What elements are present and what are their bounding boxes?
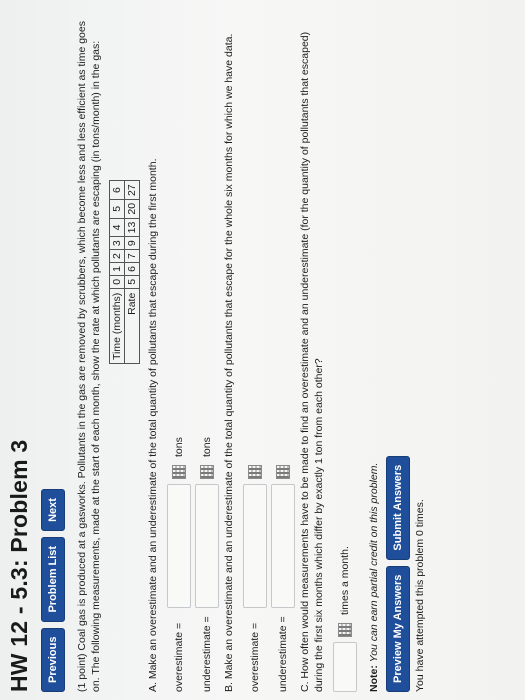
equation-editor-icon[interactable] <box>276 465 290 479</box>
preview-answers-button[interactable]: Preview My Answers <box>386 565 410 692</box>
part-b-over-label: overestimate = <box>249 622 261 692</box>
answer-buttons: Preview My Answers Submit Answers <box>386 12 410 692</box>
part-a-over-label: overestimate = <box>173 622 185 692</box>
content-area: HW 12 - 5.3: Problem 3 Previous Problem … <box>6 12 426 692</box>
problem-intro: (1 point) Coal gas is produced at a gasw… <box>76 21 102 692</box>
note-label: Note: <box>368 665 380 692</box>
table-cell: 13 <box>124 218 140 237</box>
table-cell: 5 <box>109 199 125 219</box>
part-c-unit: times a month. <box>339 546 351 615</box>
equation-editor-icon[interactable] <box>338 623 352 637</box>
part-a-under-row: underestimate = tons <box>194 12 220 692</box>
part-a-text: A. Make an overestimate and an underesti… <box>147 158 159 692</box>
table-cell: 3 <box>109 236 125 250</box>
part-a-over-row: overestimate = tons <box>166 12 192 692</box>
table-cell: 20 <box>124 199 140 219</box>
table-cell: 27 <box>124 180 140 200</box>
next-button[interactable]: Next <box>41 489 65 531</box>
page-title: HW 12 - 5.3: Problem 3 <box>6 439 32 692</box>
part-a-unit-2: tons <box>201 437 213 457</box>
part-a-underestimate-input[interactable] <box>195 484 219 608</box>
table-row-header-rate: Rate <box>124 288 140 364</box>
submit-answers-button[interactable]: Submit Answers <box>386 455 410 560</box>
part-c-input[interactable] <box>333 642 357 692</box>
table-cell: 1 <box>109 262 125 276</box>
part-c-text: C. How often would measurements have to … <box>299 31 325 692</box>
part-b-underestimate-input[interactable] <box>271 484 295 608</box>
attempts-text: You have attempted this problem 0 times. <box>414 499 426 692</box>
table-cell: 6 <box>124 262 140 276</box>
part-b-under-label: underestimate = <box>277 616 289 692</box>
equation-editor-icon[interactable] <box>200 465 214 479</box>
part-b-under-row: underestimate = <box>270 12 296 692</box>
part-a-under-label: underestimate = <box>201 616 213 692</box>
rate-table: Time (months) 0 1 2 3 4 5 6 Rate 5 6 7 9… <box>109 180 140 364</box>
part-a-overestimate-input[interactable] <box>167 484 191 608</box>
table-cell: 2 <box>109 249 125 263</box>
table-cell: 9 <box>124 236 140 250</box>
part-c-row: times a month. <box>332 12 358 692</box>
partial-credit-note: Note: You can earn partial credit on thi… <box>368 12 380 692</box>
table-cell: 5 <box>124 275 140 289</box>
part-b-overestimate-input[interactable] <box>243 484 267 608</box>
table-row: Time (months) 0 1 2 3 4 5 6 <box>109 180 125 364</box>
equation-editor-icon[interactable] <box>172 465 186 479</box>
note-text: You can earn partial credit on this prob… <box>368 462 380 663</box>
table-row-header-time: Time (months) <box>109 288 125 364</box>
problem-page: HW 12 - 5.3: Problem 3 Previous Problem … <box>0 0 525 700</box>
part-b-over-row: overestimate = <box>242 12 268 692</box>
table-cell: 6 <box>109 180 125 200</box>
part-a-unit: tons <box>173 437 185 457</box>
table-cell: 7 <box>124 249 140 263</box>
problem-list-button[interactable]: Problem List <box>41 536 65 622</box>
part-b-text: B. Make an overestimate and an underesti… <box>223 33 235 692</box>
equation-editor-icon[interactable] <box>248 465 262 479</box>
problem-nav: Previous Problem List Next <box>41 12 65 692</box>
table-row: Rate 5 6 7 9 13 20 27 <box>124 180 140 364</box>
previous-button[interactable]: Previous <box>41 627 65 692</box>
table-cell: 4 <box>109 218 125 237</box>
table-cell: 0 <box>109 275 125 289</box>
